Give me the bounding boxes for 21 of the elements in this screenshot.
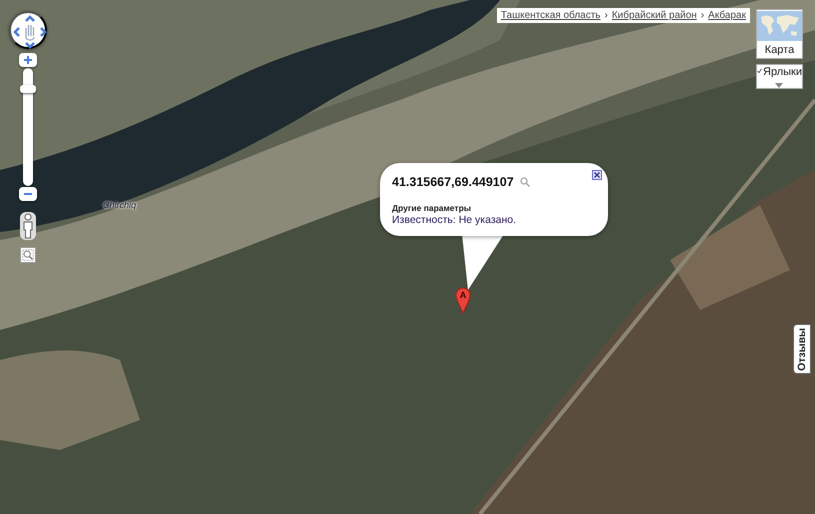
zoom-in-button[interactable] [19, 53, 37, 67]
breadcrumb-link[interactable]: Акбарак [708, 10, 746, 21]
feedback-tab[interactable]: Отзывы [793, 324, 811, 374]
labels-toggle[interactable]: Ярлыки [756, 64, 803, 89]
checkmark-icon [757, 66, 762, 76]
zoom-out-button[interactable] [19, 187, 37, 201]
close-icon[interactable] [592, 170, 602, 180]
map-type-button[interactable]: Карта [756, 9, 803, 59]
breadcrumb-separator: › [604, 10, 608, 21]
breadcrumb-link[interactable]: Кибрайский район [612, 10, 697, 21]
coordinates-text: 41.315667,69.449107 [392, 175, 514, 189]
section-title: Другие параметры [392, 203, 472, 213]
pegman-icon[interactable] [20, 212, 36, 240]
breadcrumb-link[interactable]: Ташкентская область [500, 10, 601, 21]
zoom-slider-thumb[interactable] [20, 85, 36, 94]
zoom-slider-track[interactable] [23, 68, 33, 186]
map-marker[interactable]: A [455, 287, 471, 315]
zoom-area-icon[interactable] [20, 247, 36, 263]
breadcrumb-separator: › [700, 10, 704, 21]
property-text: Известность: Не указано. [392, 214, 516, 226]
caret-icon[interactable] [775, 83, 783, 88]
